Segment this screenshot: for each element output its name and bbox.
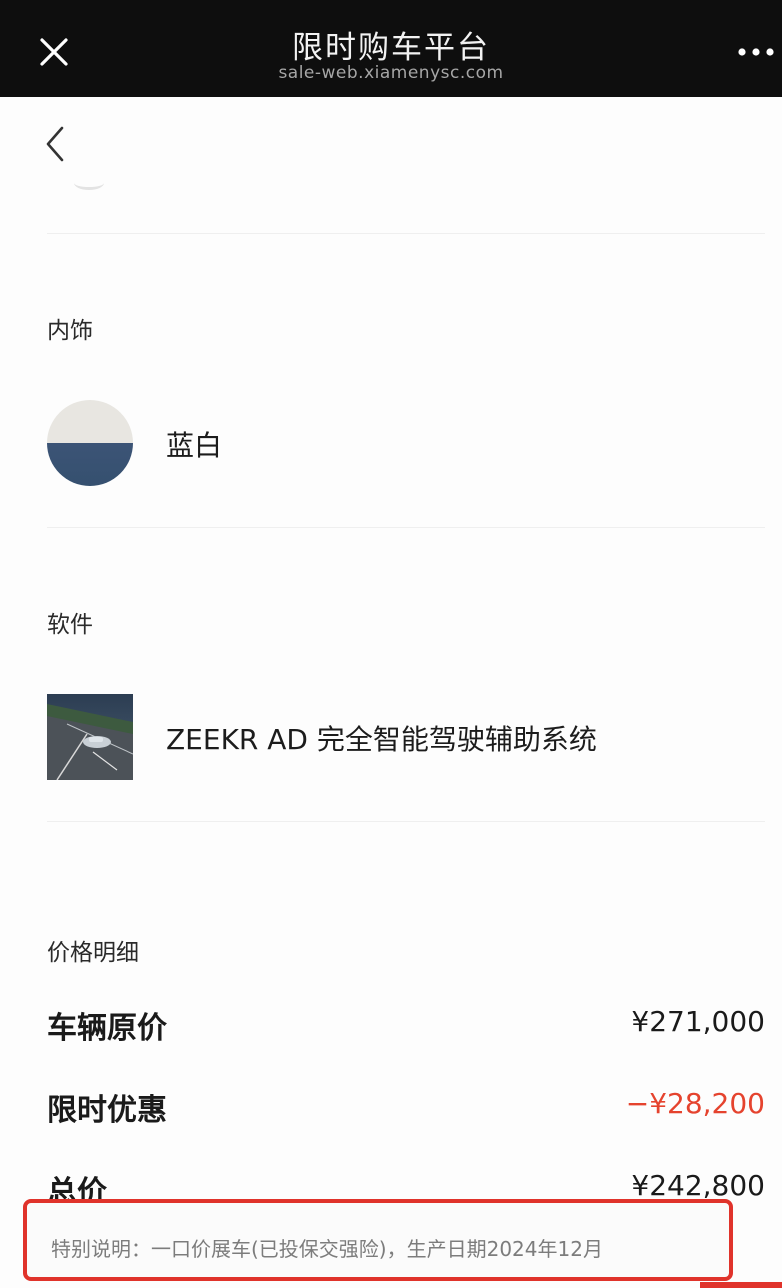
chevron-left-icon[interactable] [40,124,72,164]
divider [47,821,765,822]
exterior-swatch-partial [74,176,104,190]
more-horizontal-icon[interactable] [736,46,776,58]
page-title: 限时购车平台 [292,30,490,66]
page: 限时购车平台 sale-web.xiamenysc.com 内饰 蓝白 软件 Z… [0,0,782,1288]
interior-section-label: 内饰 [47,318,93,344]
page-domain: sale-web.xiamenysc.com [278,63,504,83]
interior-color-swatch[interactable] [47,400,133,486]
interior-option-name: 蓝白 [166,429,223,462]
bottom-button-edge[interactable] [700,1282,782,1288]
price-row-label: 限时优惠 [47,1093,167,1128]
price-row-label: 车辆原价 [47,1011,167,1046]
software-option-name: ZEEKR AD 完全智能驾驶辅助系统 [166,723,597,756]
price-row-discount: 限时优惠 −¥28,200 [47,1085,765,1129]
price-row-original: 车辆原价 ¥271,000 [47,1003,765,1047]
special-note-text: 特别说明：一口价展车(已投保交强险)，生产日期2024年12月 [51,1237,603,1261]
price-row-value: ¥271,000 [631,1005,765,1038]
browser-topbar: 限时购车平台 sale-web.xiamenysc.com [0,0,782,97]
divider [47,233,765,234]
software-section-label: 软件 [47,612,93,638]
special-note-box: 特别说明：一口价展车(已投保交强险)，生产日期2024年12月 [23,1199,733,1281]
price-row-value: ¥242,800 [631,1169,765,1202]
price-row-value: −¥28,200 [625,1087,765,1120]
price-section-label: 价格明细 [47,940,139,966]
software-thumbnail-image [47,694,133,780]
divider [47,527,765,528]
